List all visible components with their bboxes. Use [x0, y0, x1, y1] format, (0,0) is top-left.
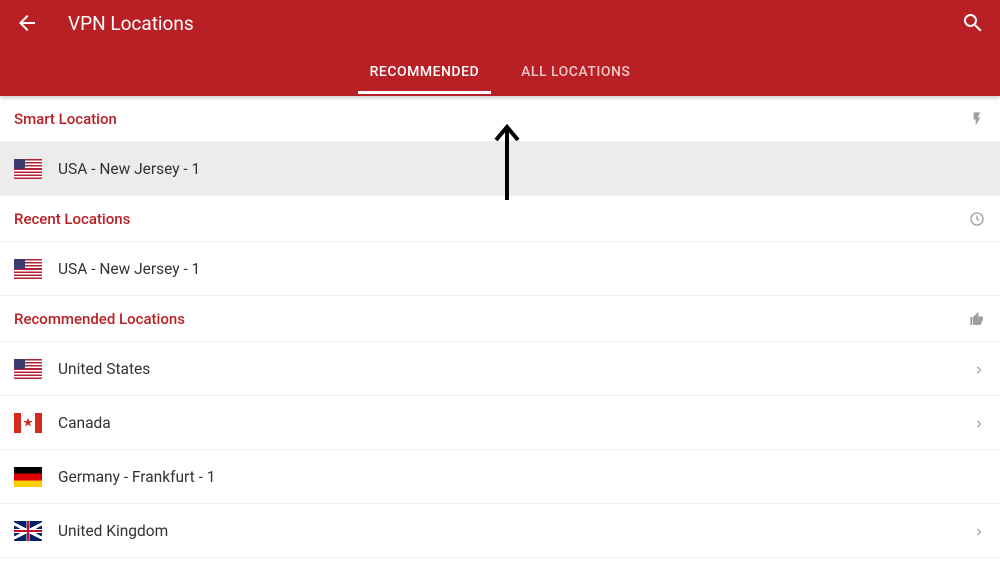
recommended-location-row[interactable]: United States [0, 342, 1000, 396]
location-name: United Kingdom [58, 522, 168, 540]
search-icon[interactable] [960, 10, 986, 36]
smart-location-row[interactable]: USA - New Jersey - 1 [0, 142, 1000, 196]
page-title: VPN Locations [68, 12, 194, 35]
section-header-smart: Smart Location [0, 96, 1000, 142]
section-title-recommended: Recommended Locations [14, 310, 185, 328]
flag-icon-us [14, 159, 42, 179]
content-area: Smart Location USA - New Jersey - 1 Rece… [0, 96, 1000, 558]
section-title-recent: Recent Locations [14, 210, 130, 228]
section-title-smart: Smart Location [14, 110, 117, 128]
recommended-location-row[interactable]: United Kingdom [0, 504, 1000, 558]
tab-bar: RECOMMENDED ALL LOCATIONS [0, 46, 1000, 96]
tab-recommended[interactable]: RECOMMENDED [360, 48, 490, 94]
flag-icon-ca [14, 413, 42, 433]
location-name: Canada [58, 414, 111, 432]
section-header-recommended: Recommended Locations [0, 296, 1000, 342]
flag-icon-us [14, 259, 42, 279]
recommended-location-row[interactable]: Germany - Frankfurt - 1 [0, 450, 1000, 504]
header-top-bar: VPN Locations [0, 0, 1000, 46]
recommended-location-row[interactable]: Canada [0, 396, 1000, 450]
chevron-right-icon [972, 524, 986, 538]
clock-icon [968, 210, 986, 228]
section-header-recent: Recent Locations [0, 196, 1000, 242]
flag-icon-de [14, 467, 42, 487]
location-name: United States [58, 360, 150, 378]
thumbs-up-icon [968, 310, 986, 328]
app-header: VPN Locations RECOMMENDED ALL LOCATIONS [0, 0, 1000, 96]
back-icon[interactable] [14, 10, 40, 36]
chevron-right-icon [972, 416, 986, 430]
recent-location-row[interactable]: USA - New Jersey - 1 [0, 242, 1000, 296]
flag-icon-us [14, 359, 42, 379]
location-name: USA - New Jersey - 1 [58, 260, 200, 278]
flag-icon-uk [14, 521, 42, 541]
location-name: USA - New Jersey - 1 [58, 160, 200, 178]
lightning-icon [968, 110, 986, 128]
chevron-right-icon [972, 362, 986, 376]
location-name: Germany - Frankfurt - 1 [58, 468, 215, 486]
tab-all-locations[interactable]: ALL LOCATIONS [511, 48, 640, 94]
